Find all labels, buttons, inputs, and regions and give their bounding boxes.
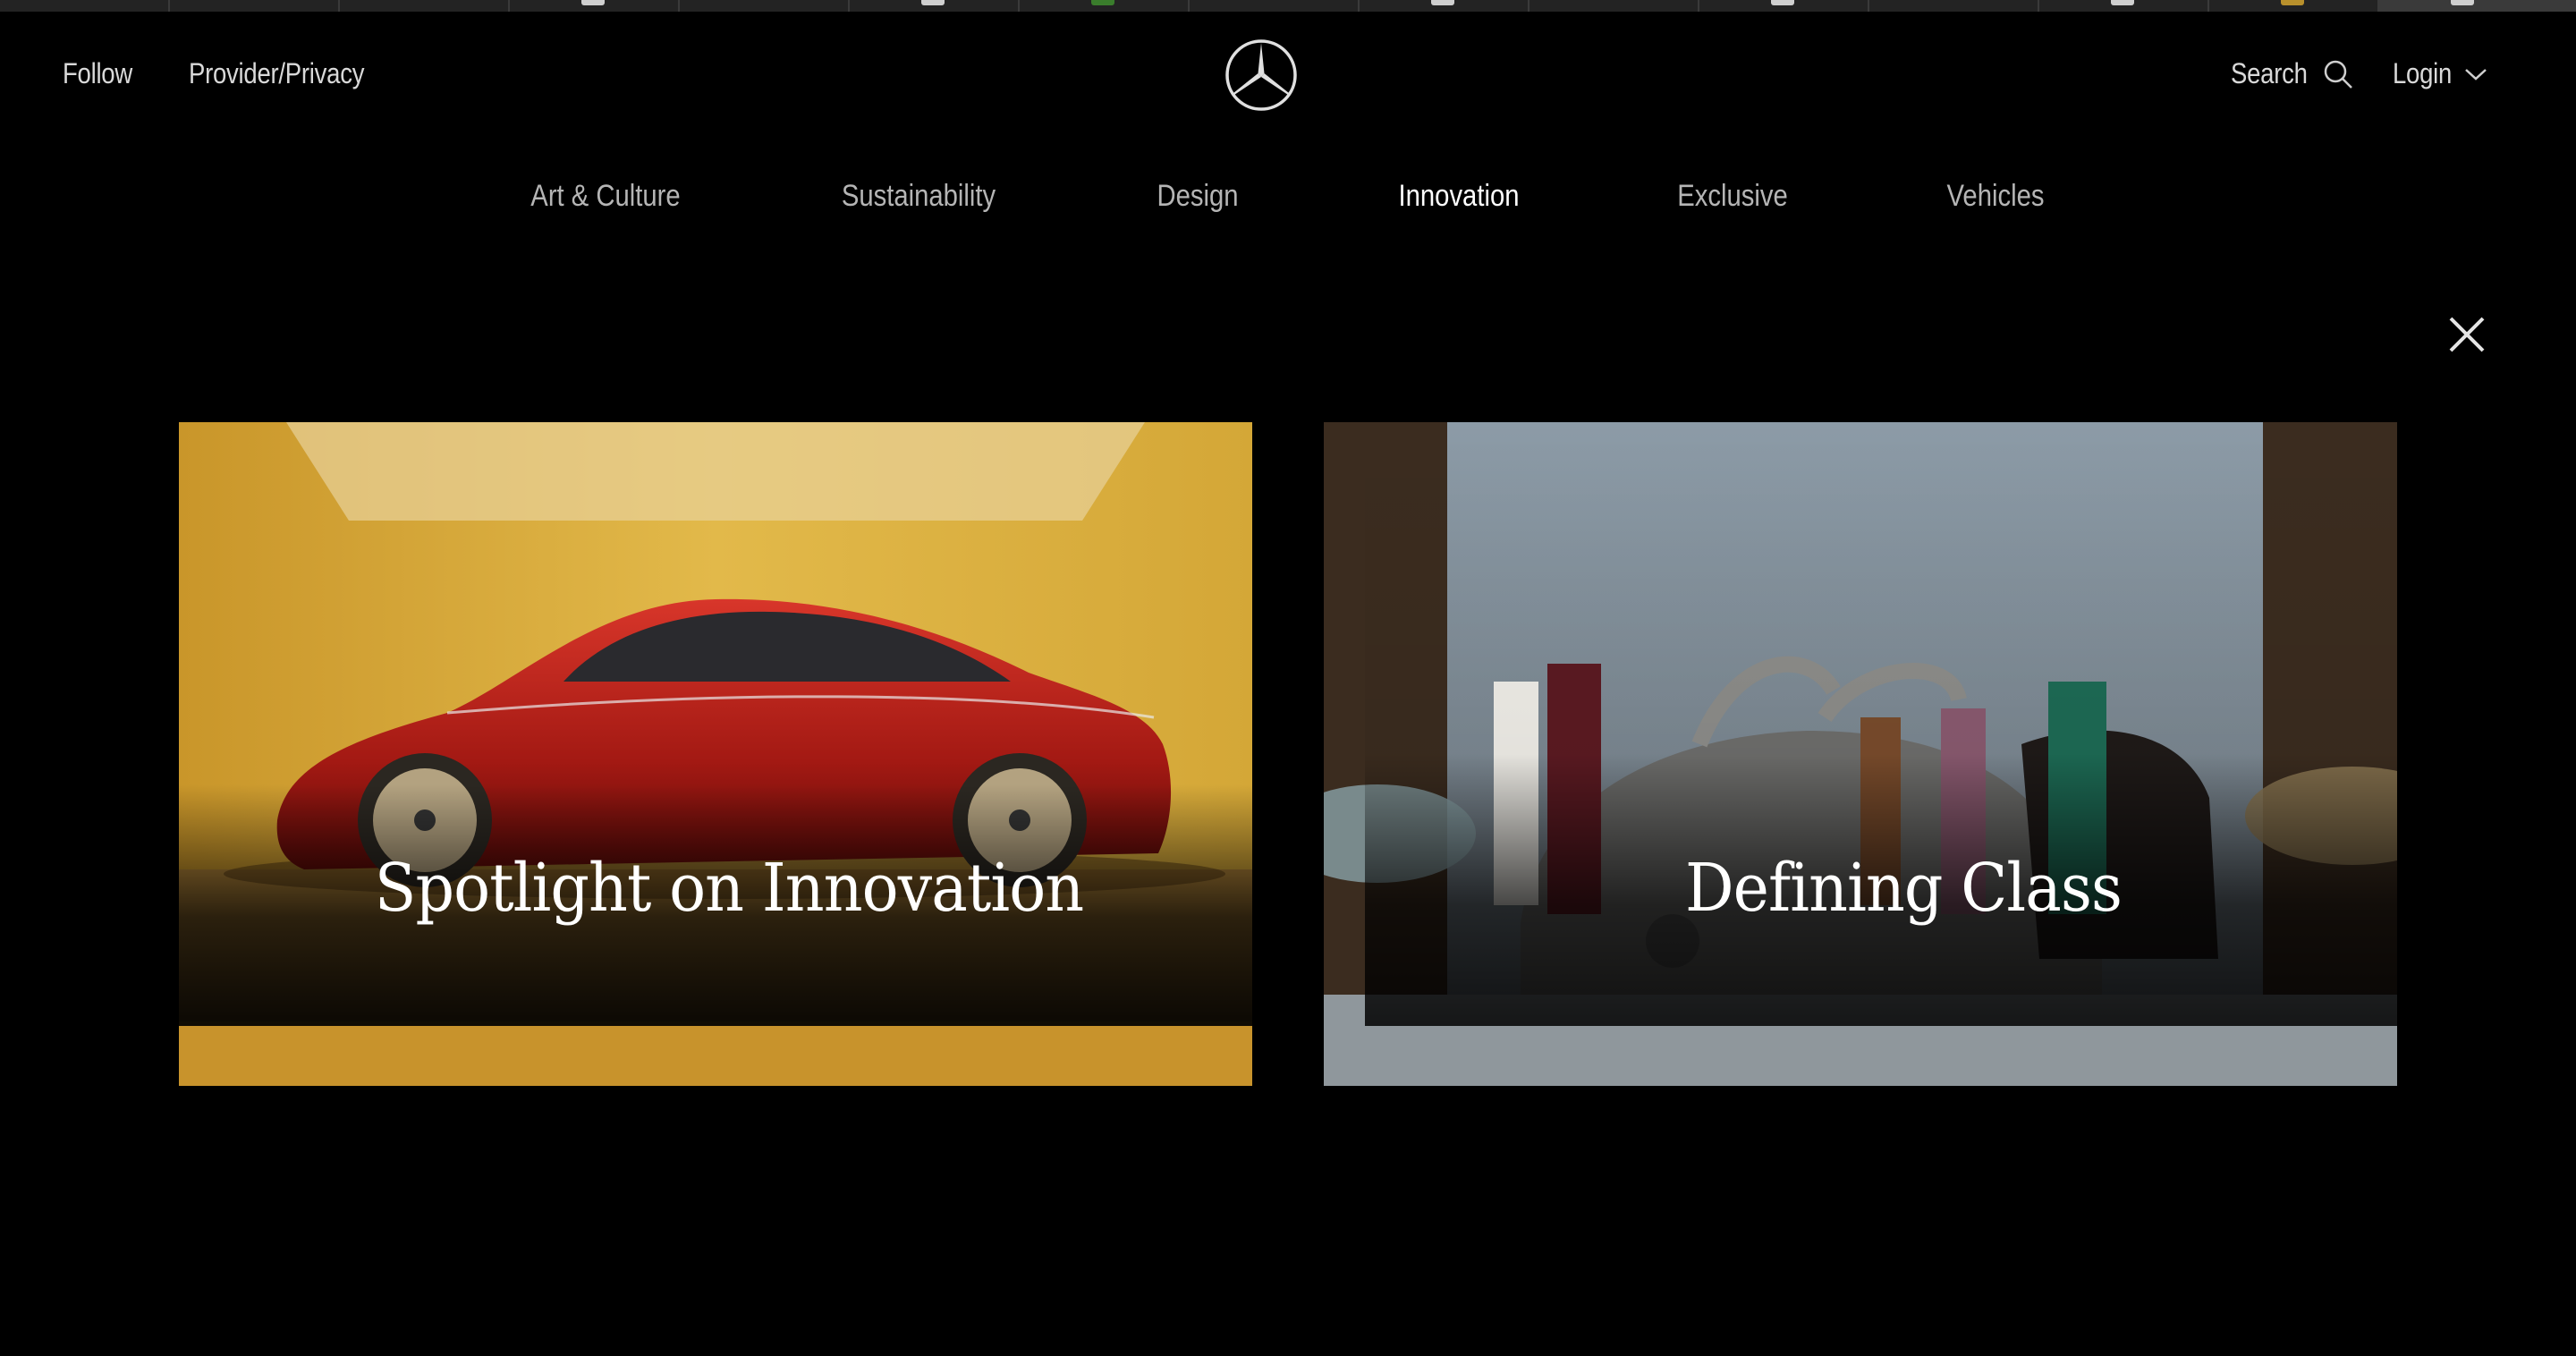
browser-tab[interactable] xyxy=(2209,0,2379,12)
tab-favicon-icon xyxy=(921,0,945,5)
browser-tab[interactable] xyxy=(1360,0,1530,12)
nav-item-art-culture[interactable]: Art & Culture xyxy=(530,179,680,214)
follow-link[interactable]: Follow xyxy=(63,57,132,90)
tab-favicon-icon xyxy=(1771,0,1794,5)
browser-tab[interactable] xyxy=(0,0,170,12)
chevron-down-icon xyxy=(2465,68,2487,81)
tab-favicon-icon xyxy=(2281,0,2304,5)
browser-tab[interactable] xyxy=(850,0,1020,12)
teaser-card-defining-class[interactable]: Defining Class xyxy=(1324,422,2397,1086)
card-gradient-overlay xyxy=(179,422,1252,1026)
browser-tab[interactable] xyxy=(340,0,510,12)
tab-favicon-icon xyxy=(2451,0,2474,5)
tab-favicon-icon xyxy=(1091,0,1114,5)
teaser-card-spotlight-innovation[interactable]: Spotlight on Innovation xyxy=(179,422,1252,1086)
nav-item-design[interactable]: Design xyxy=(1157,179,1238,214)
provider-privacy-link[interactable]: Provider/Privacy xyxy=(189,57,364,90)
search-icon xyxy=(2324,60,2353,89)
search-button[interactable]: Search xyxy=(2231,57,2354,90)
nav-item-sustainability[interactable]: Sustainability xyxy=(842,179,996,214)
tab-favicon-icon xyxy=(2111,0,2134,5)
tab-favicon-icon xyxy=(1431,0,1454,5)
card-gradient-overlay xyxy=(1365,422,2397,1026)
tab-favicon-icon xyxy=(581,0,605,5)
browser-tab[interactable] xyxy=(170,0,340,12)
browser-tab[interactable] xyxy=(2039,0,2209,12)
search-label: Search xyxy=(2230,57,2308,89)
browser-tab[interactable] xyxy=(1699,0,1869,12)
top-right-actions: Search Login xyxy=(2231,57,2488,90)
login-label: Login xyxy=(2393,57,2453,89)
close-icon[interactable] xyxy=(2445,313,2488,356)
browser-tab[interactable] xyxy=(510,0,680,12)
browser-tab-strip xyxy=(0,0,2576,12)
main-navigation: Art & Culture Sustainability Design Inno… xyxy=(0,179,2576,222)
top-left-links: Follow Provider/Privacy xyxy=(63,57,393,90)
browser-tab[interactable] xyxy=(1020,0,1190,12)
card-title: Spotlight on Innovation xyxy=(374,850,1084,927)
nav-item-innovation[interactable]: Innovation xyxy=(1399,179,1520,214)
browser-tab[interactable] xyxy=(1190,0,1360,12)
nav-item-exclusive[interactable]: Exclusive xyxy=(1677,179,1788,214)
browser-tab[interactable] xyxy=(680,0,850,12)
card-title: Defining Class xyxy=(1684,850,2123,927)
browser-tab[interactable] xyxy=(1869,0,2039,12)
browser-tab[interactable] xyxy=(1530,0,1699,12)
login-button[interactable]: Login xyxy=(2393,57,2488,90)
mercedes-star-icon[interactable] xyxy=(1224,38,1299,113)
nav-item-vehicles[interactable]: Vehicles xyxy=(1947,179,2045,214)
browser-tab-active[interactable] xyxy=(2379,0,2576,12)
